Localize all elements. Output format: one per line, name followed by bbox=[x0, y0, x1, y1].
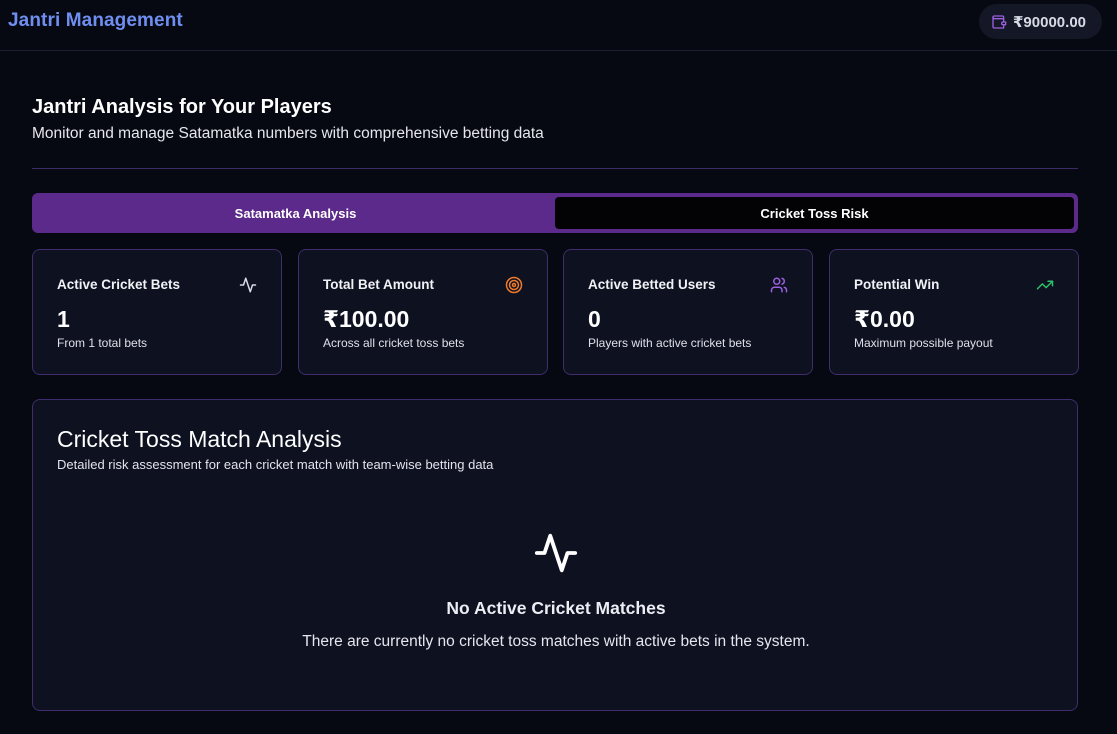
app-title[interactable]: Jantri Management bbox=[8, 10, 183, 32]
empty-state-title: No Active Cricket Matches bbox=[446, 598, 666, 618]
trending-up-icon bbox=[1036, 276, 1054, 294]
top-bar: Jantri Management ₹90000.00 bbox=[0, 0, 1117, 51]
stat-description: Across all cricket toss bets bbox=[323, 336, 465, 350]
stat-card-total-bet-amount: Total Bet Amount ₹100.00 Across all cric… bbox=[298, 249, 548, 375]
wallet-amount: ₹90000.00 bbox=[1013, 13, 1087, 31]
stat-value: 0 bbox=[588, 306, 601, 332]
activity-icon bbox=[533, 530, 579, 576]
stat-description: Maximum possible payout bbox=[854, 336, 993, 350]
stat-label: Total Bet Amount bbox=[323, 277, 434, 292]
stats-cards: Active Cricket Bets 1 From 1 total bets … bbox=[32, 249, 1079, 375]
tab-cricket-toss-risk[interactable]: Cricket Toss Risk bbox=[555, 197, 1074, 229]
cricket-toss-analysis-panel: Cricket Toss Match Analysis Detailed ris… bbox=[32, 399, 1078, 711]
page-header: Jantri Analysis for Your Players Monitor… bbox=[32, 95, 1078, 144]
target-icon bbox=[505, 276, 523, 294]
activity-icon bbox=[239, 276, 257, 294]
wallet-icon bbox=[991, 14, 1007, 30]
stat-value: 1 bbox=[57, 306, 70, 332]
empty-state-description: There are currently no cricket toss matc… bbox=[302, 633, 810, 650]
analysis-title: Cricket Toss Match Analysis bbox=[57, 426, 342, 452]
stat-card-active-betted-users: Active Betted Users 0 Players with activ… bbox=[563, 249, 813, 375]
stat-description: Players with active cricket bets bbox=[588, 336, 752, 350]
stat-label: Potential Win bbox=[854, 277, 940, 292]
stat-value: ₹0.00 bbox=[854, 306, 915, 332]
users-icon bbox=[770, 276, 788, 294]
stat-value: ₹100.00 bbox=[323, 306, 410, 332]
wallet-balance-button[interactable]: ₹90000.00 bbox=[979, 4, 1102, 39]
analysis-subtitle: Detailed risk assessment for each cricke… bbox=[57, 457, 494, 472]
page-title: Jantri Analysis for Your Players bbox=[32, 96, 332, 118]
stat-label: Active Betted Users bbox=[588, 277, 716, 292]
stat-card-active-cricket-bets: Active Cricket Bets 1 From 1 total bets bbox=[32, 249, 282, 375]
stat-description: From 1 total bets bbox=[57, 336, 148, 350]
page-subtitle: Monitor and manage Satamatka numbers wit… bbox=[32, 125, 544, 142]
header-divider bbox=[32, 168, 1078, 169]
tab-satamatka-analysis[interactable]: Satamatka Analysis bbox=[36, 197, 555, 229]
analysis-tabs: Satamatka Analysis Cricket Toss Risk bbox=[32, 193, 1078, 233]
stat-card-potential-win: Potential Win ₹0.00 Maximum possible pay… bbox=[829, 249, 1079, 375]
stat-label: Active Cricket Bets bbox=[57, 277, 181, 292]
